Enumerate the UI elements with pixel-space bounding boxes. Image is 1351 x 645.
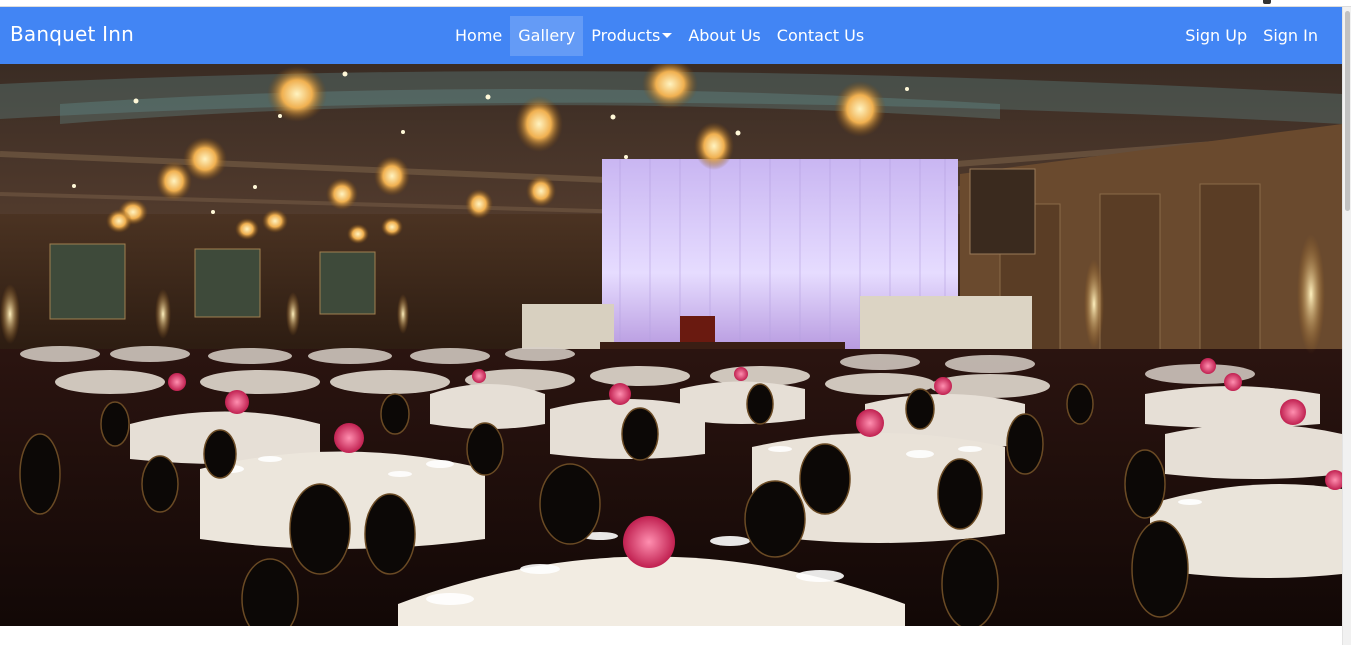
nav-products-label: Products — [591, 26, 661, 45]
dropdown-caret-icon — [662, 33, 673, 38]
brand-logo[interactable]: Banquet Inn — [10, 22, 134, 46]
tab-marker-icon — [1263, 0, 1271, 4]
nav-links: Home Gallery Products About Us Contact U… — [447, 16, 872, 56]
scrollbar-thumb[interactable] — [1345, 11, 1350, 211]
nav-about-us[interactable]: About Us — [680, 16, 768, 56]
browser-top-strip — [0, 0, 1351, 7]
nav-gallery[interactable]: Gallery — [510, 16, 584, 56]
nav-contact-us[interactable]: Contact Us — [769, 16, 872, 56]
page-scrollbar[interactable] — [1342, 7, 1351, 645]
sign-up-link[interactable]: Sign Up — [1177, 16, 1255, 56]
sign-in-link[interactable]: Sign In — [1255, 16, 1326, 56]
banquet-hall-illustration — [0, 64, 1342, 626]
nav-home[interactable]: Home — [447, 16, 510, 56]
hero-banquet-image — [0, 64, 1342, 626]
navbar: Banquet Inn Home Gallery Products About … — [0, 7, 1342, 64]
nav-products[interactable]: Products — [583, 16, 680, 56]
page-content-area — [0, 626, 1342, 645]
nav-auth-links: Sign Up Sign In — [1177, 16, 1326, 56]
